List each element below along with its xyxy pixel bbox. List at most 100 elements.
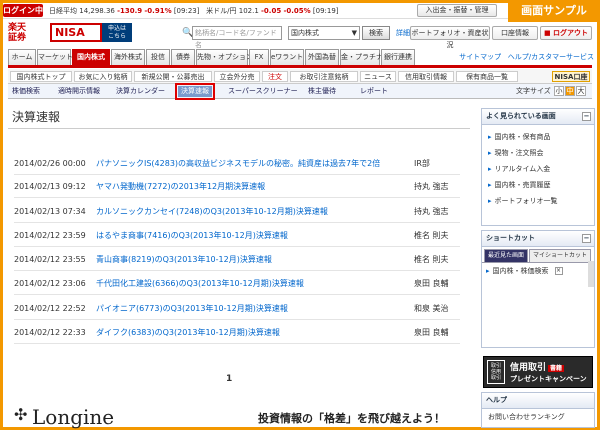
- tab-bank-link[interactable]: 銀行連携: [381, 49, 415, 65]
- sitemap-link[interactable]: サイトマップ: [459, 53, 501, 61]
- recent-item[interactable]: ▸ 国内株・保有商品: [482, 129, 594, 145]
- tab-ewarrant[interactable]: eワラント: [270, 49, 304, 65]
- rakuten-logo-top: 楽天: [8, 23, 27, 33]
- tab-foreign-stock[interactable]: 海外株式: [111, 49, 145, 65]
- subnav-earnings-flash[interactable]: 決算速報: [175, 83, 215, 100]
- shortcut-title: ショートカット: [486, 234, 535, 242]
- longine-mark-icon: ✣: [14, 405, 28, 424]
- recent-item-label: ポートフォリオ一覧: [494, 197, 558, 205]
- news-row: 2014/02/13 07:34 カルソニックカンセイ(7248)のQ3(201…: [14, 200, 460, 223]
- shortcut-scrollbar[interactable]: [588, 261, 594, 287]
- help-panel: ヘルプ お問い合わせランキング: [481, 392, 595, 428]
- nav-divider: [8, 65, 592, 68]
- subnav-margin-info[interactable]: 信用取引情報: [398, 71, 454, 82]
- tab-bonds[interactable]: 債券: [171, 49, 195, 65]
- usdjpy-value: 102.1: [238, 7, 259, 15]
- logout-button[interactable]: ■ ログアウト: [540, 26, 592, 40]
- subnav-earnings-calendar[interactable]: 決算カレンダー: [116, 86, 165, 97]
- recent-item-label: 現物・注文照会: [494, 149, 544, 157]
- usdjpy-time: [09:19]: [312, 7, 339, 15]
- news-headline-link[interactable]: ヤマハ発動機(7272)の2013年12月期決算速報: [96, 175, 265, 198]
- news-date: 2014/02/12 23:55: [14, 255, 86, 264]
- subnav-favorites[interactable]: お気に入り銘柄: [74, 71, 132, 82]
- tab-domestic-stock[interactable]: 国内株式: [72, 49, 110, 65]
- shortcut-item[interactable]: ▸ 国内株・株価検索 ×: [482, 263, 594, 279]
- arrow-right-icon: ▸: [488, 197, 492, 205]
- portfolio-button[interactable]: ポートフォリオ・資産状況: [410, 26, 490, 49]
- news-row: 2014/02/12 23:59 はるやま商事(7416)のQ3(2013年10…: [14, 224, 460, 247]
- news-headline-link[interactable]: カルソニックカンセイ(7248)のQ3(2013年10-12月期)決算速報: [96, 200, 328, 223]
- minimize-icon[interactable]: −: [582, 112, 591, 121]
- nikkei-time: [09:23]: [173, 7, 200, 15]
- font-size-large[interactable]: 大: [576, 86, 586, 96]
- lock-icon: ■: [543, 29, 551, 37]
- news-source: 和泉 美治: [414, 304, 449, 313]
- subnav-news[interactable]: ニュース: [360, 71, 396, 82]
- minimize-icon[interactable]: −: [582, 234, 591, 243]
- tab-fx[interactable]: FX: [249, 49, 269, 65]
- subnav-reports[interactable]: レポート: [360, 86, 388, 97]
- tab-gold-platinum[interactable]: 金・プラチナ: [340, 49, 383, 65]
- banner-title-text: 信用取引: [510, 363, 547, 373]
- search-input[interactable]: 銘柄名/コード名/ファンド名: [192, 26, 282, 49]
- news-headline-link[interactable]: はるやま商事(7416)のQ3(2013年10-12月)決算速報: [96, 224, 288, 247]
- news-headline-link[interactable]: ダイフク(6383)のQ3(2013年10-12月期)決算速報: [96, 321, 280, 344]
- sub-nav-primary: 国内株式トップ お気に入り銘柄 新規公開・公募売出 立会外分売 注文 お取引注意…: [8, 69, 592, 84]
- help-header: ヘルプ: [482, 393, 594, 409]
- tab-futures-options[interactable]: 先物・オプション: [196, 49, 253, 65]
- recent-item[interactable]: ▸ 現物・注文照会: [482, 145, 594, 161]
- news-source: 椎名 則夫: [414, 231, 449, 240]
- search-button[interactable]: 検索: [362, 26, 390, 40]
- subnav-holdings[interactable]: 保有商品一覧: [456, 71, 518, 82]
- subnav-shareholder-perks[interactable]: 株主優待: [308, 86, 336, 97]
- news-headline-link[interactable]: パナソニックIS(4283)の高収益ビジネスモデルの秘密。純資産は過去7年で2倍: [96, 152, 380, 175]
- account-info-button[interactable]: 口座情報: [492, 26, 538, 40]
- pager-current-page[interactable]: 1: [226, 374, 232, 384]
- news-date: 2014/02/26 00:00: [14, 159, 86, 168]
- banner-subtitle: プレゼントキャンペーン: [510, 375, 587, 383]
- shortcut-panel: ショートカット − 最近見た画面 マイショートカット ▸ 国内株・株価検索 ×: [481, 230, 595, 348]
- tab-my-shortcuts[interactable]: マイショートカット: [529, 249, 592, 262]
- subnav-stock-search[interactable]: 株価検索: [12, 86, 40, 97]
- news-headline-link[interactable]: 千代田化工建設(6366)のQ3(2013年10-12月期)決算速報: [96, 272, 304, 295]
- font-size-small[interactable]: 小: [554, 86, 564, 96]
- usdjpy-pct: -0.05%: [283, 7, 311, 15]
- nisa-logo[interactable]: NISA: [50, 23, 102, 42]
- tab-home[interactable]: ホーム: [8, 49, 36, 65]
- recent-item-label: 国内株・売買履歴: [494, 181, 551, 189]
- subnav-ipo[interactable]: 新規公開・公募売出: [134, 71, 212, 82]
- nisa-apply-button[interactable]: 申込は こちら: [102, 23, 132, 42]
- news-headline-link[interactable]: パイオニア(6773)のQ3(2013年10-12月期)決算速報: [96, 297, 288, 320]
- shortcut-tabs: 最近見た画面 マイショートカット: [482, 247, 594, 263]
- rakuten-logo[interactable]: 楽天 証券: [8, 23, 44, 43]
- news-headline-link[interactable]: 青山商事(8219)のQ3(2013年10-12月)決算速報: [96, 248, 272, 271]
- recent-item[interactable]: ▸ 国内株・売買履歴: [482, 177, 594, 193]
- recent-item[interactable]: ▸ リアルタイム入金: [482, 161, 594, 177]
- help-link[interactable]: ヘルプ/カスタマーサービス: [508, 53, 594, 61]
- nisa-account-tag[interactable]: NISA口座: [552, 71, 590, 82]
- close-icon[interactable]: ×: [554, 267, 563, 275]
- nisa-apply-line1: 申込は: [107, 25, 126, 32]
- recent-item[interactable]: ▸ ポートフォリオ一覧: [482, 193, 594, 209]
- subnav-domestic-top[interactable]: 国内株式トップ: [10, 71, 72, 82]
- tab-market[interactable]: マーケット: [37, 49, 73, 65]
- help-item[interactable]: お問い合わせランキング: [482, 409, 594, 425]
- longine-logo[interactable]: ✣ Longine: [14, 405, 114, 429]
- tab-recent-screens[interactable]: 最近見た画面: [484, 249, 529, 262]
- subnav-off-floor[interactable]: 立会外分売: [214, 71, 260, 82]
- tab-funds[interactable]: 投信: [146, 49, 170, 65]
- search-type-select[interactable]: 国内株式 ▼: [288, 26, 360, 40]
- detail-search-link[interactable]: 詳細: [396, 28, 410, 38]
- news-date: 2014/02/13 07:34: [14, 207, 86, 216]
- subnav-super-screener[interactable]: スーパースクリーナー: [228, 86, 298, 97]
- subnav-disclosure[interactable]: 適時開示情報: [58, 86, 100, 97]
- font-size-medium[interactable]: 中: [565, 86, 575, 96]
- chevron-down-icon: ▼: [351, 29, 357, 37]
- deposit-button[interactable]: 入出金・振替・管理: [417, 4, 497, 17]
- tab-forex[interactable]: 外国為替: [305, 49, 339, 65]
- margin-campaign-banner[interactable]: 取引 信用 取引 信用取引 書籍 プレゼントキャンペーン: [483, 356, 593, 388]
- sub-nav-secondary: 株価検索 適時開示情報 決算カレンダー 決算速報 スーパースクリーナー 株主優待…: [8, 83, 592, 100]
- subnav-order[interactable]: 注文: [262, 71, 288, 82]
- news-date: 2014/02/12 23:59: [14, 231, 86, 240]
- subnav-caution-stocks[interactable]: お取引注意銘柄: [290, 71, 358, 82]
